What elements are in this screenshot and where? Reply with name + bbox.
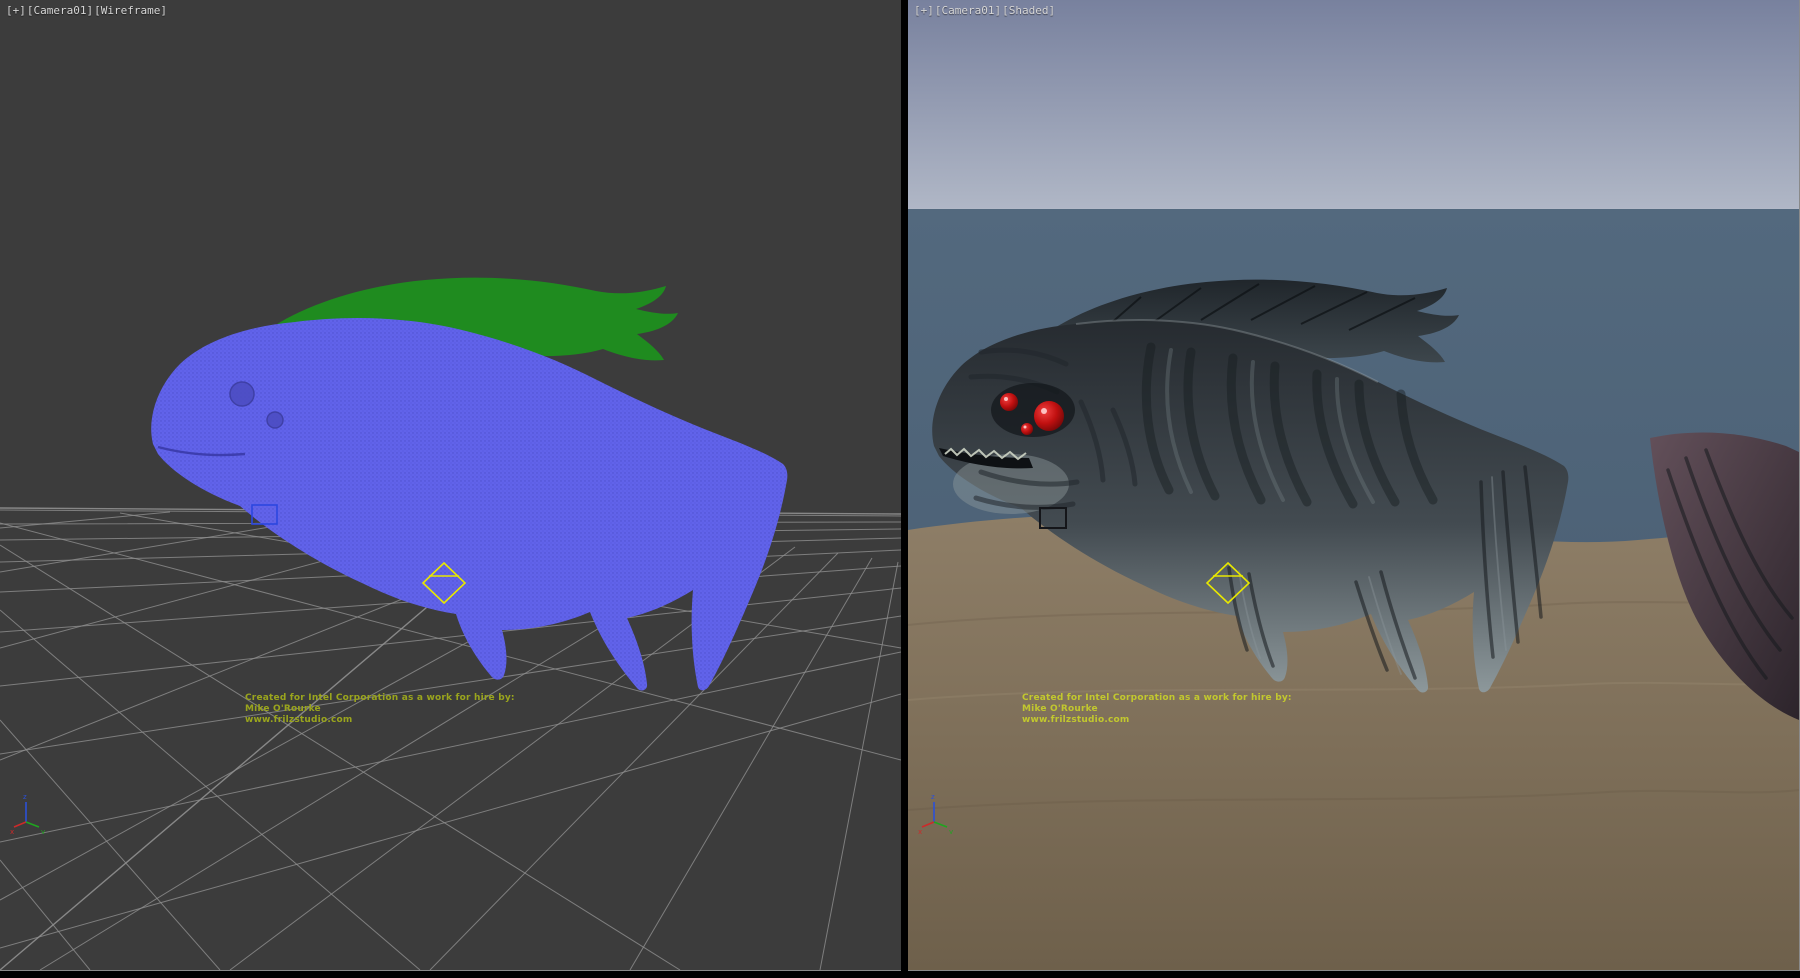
world-axis-tripod: z x y — [918, 788, 964, 834]
watermark-text: Created for Intel Corporation as a work … — [1022, 693, 1292, 726]
viewport-menu-shading[interactable]: [Shaded] — [1002, 4, 1055, 17]
viewport-menu-plus[interactable]: [+] — [6, 4, 26, 17]
axis-y-label: y — [949, 828, 953, 834]
fish-eye-spot — [230, 382, 254, 406]
axis-y-label: y — [41, 828, 45, 834]
viewport-menu-shading[interactable]: [Wireframe] — [94, 4, 167, 17]
watermark-line3: www.frilzstudio.com — [1022, 715, 1292, 726]
shaded-scene — [908, 0, 1799, 970]
viewport-menu-camera[interactable]: [Camera01] — [27, 4, 93, 17]
viewport-menu-camera[interactable]: [Camera01] — [935, 4, 1001, 17]
watermark-text: Created for Intel Corporation as a work … — [245, 693, 515, 726]
viewport-wireframe[interactable]: [+] [Camera01] [Wireframe] Created for I… — [0, 0, 901, 971]
fish-eye-spot-small — [267, 412, 283, 428]
fish-body-wireframe[interactable] — [151, 318, 787, 690]
sky-gradient — [908, 0, 1799, 209]
viewport-menu-plus[interactable]: [+] — [914, 4, 934, 17]
viewport-label: [+] [Camera01] [Shaded] — [914, 4, 1055, 17]
axis-z-label: z — [931, 793, 935, 801]
wireframe-scene — [0, 0, 901, 970]
axis-z-label: z — [23, 793, 27, 801]
watermark-line1: Created for Intel Corporation as a work … — [1022, 693, 1292, 704]
viewport-split-layout: [+] [Camera01] [Wireframe] Created for I… — [0, 0, 1800, 978]
watermark-line2: Mike O'Rourke — [1022, 704, 1292, 715]
watermark-line1: Created for Intel Corporation as a work … — [245, 693, 515, 704]
watermark-line2: Mike O'Rourke — [245, 704, 515, 715]
viewport-label: [+] [Camera01] [Wireframe] — [6, 4, 167, 17]
axis-x-label: x — [918, 828, 922, 834]
watermark-line3: www.frilzstudio.com — [245, 715, 515, 726]
fish-eyes — [991, 383, 1075, 437]
axis-x-label: x — [10, 828, 14, 834]
world-axis-tripod: z x y — [10, 788, 56, 834]
viewport-shaded[interactable]: [+] [Camera01] [Shaded] Created for Inte… — [908, 0, 1800, 971]
